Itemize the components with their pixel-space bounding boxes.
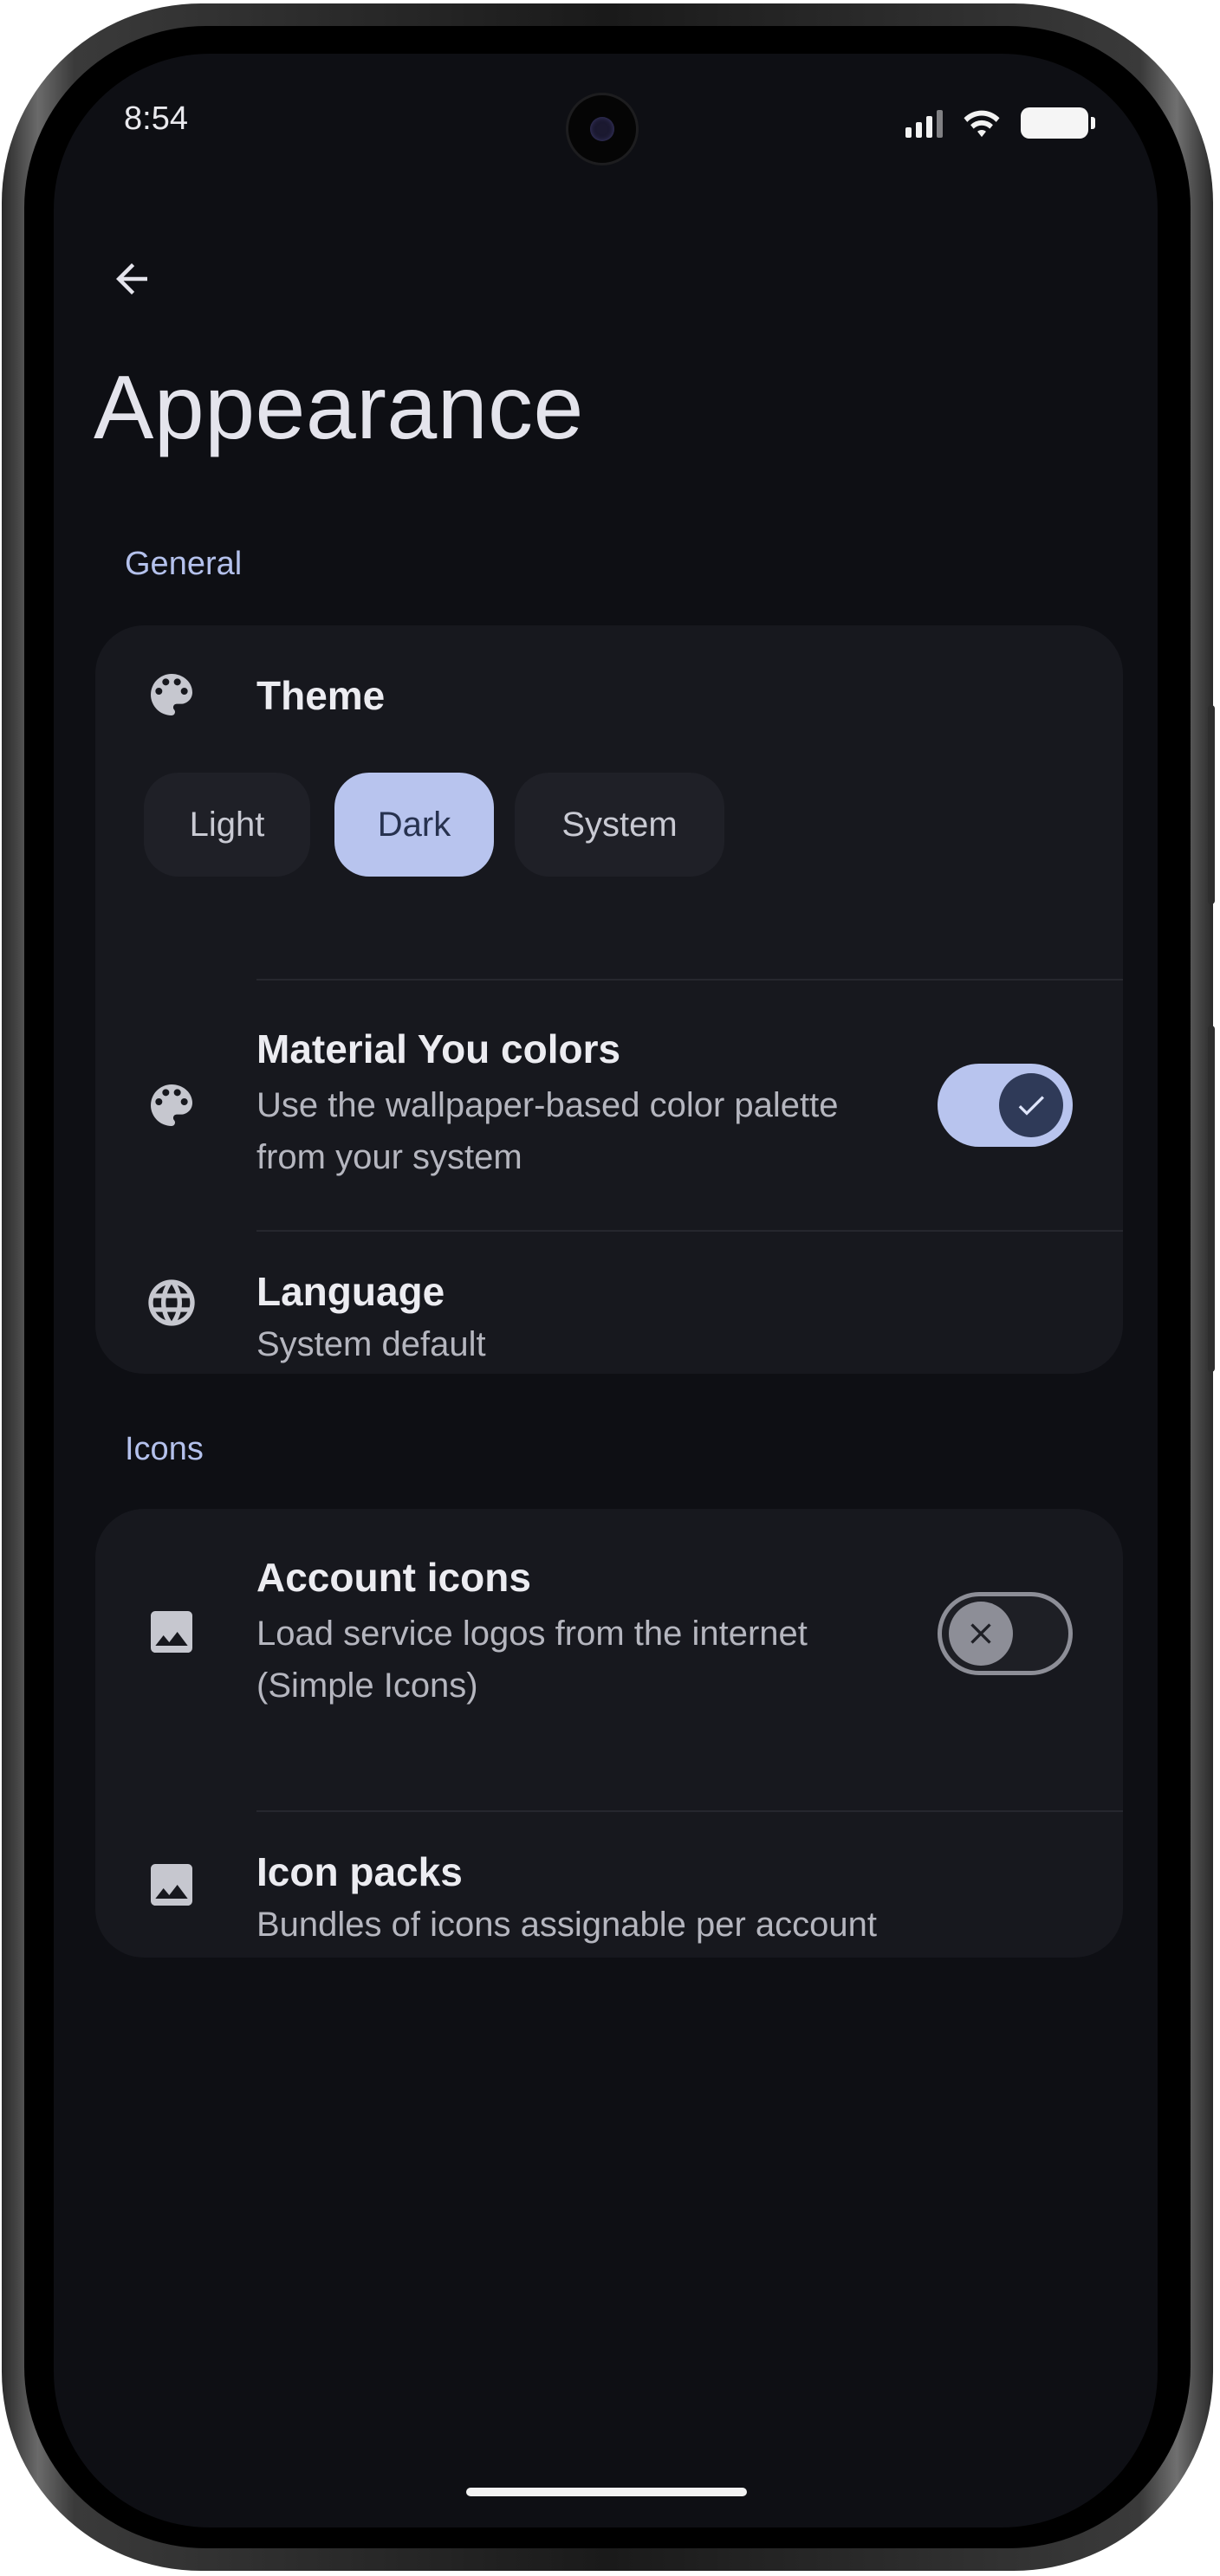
- material-you-setting[interactable]: Material You colors Use the wallpaper-ba…: [95, 981, 1123, 1230]
- front-camera: [566, 93, 639, 165]
- page-title: Appearance: [94, 358, 584, 458]
- home-indicator[interactable]: [466, 2488, 747, 2496]
- toggle-knob: [949, 1602, 1013, 1666]
- globe-icon: [144, 1275, 199, 1330]
- check-icon: [1018, 1096, 1044, 1116]
- general-card: Theme Light Dark System Material You col…: [95, 625, 1123, 1374]
- status-bar: 8:54: [54, 54, 1158, 184]
- arrow-back-icon: [116, 263, 147, 294]
- account-icons-subtitle-line1: Load service logos from the internet: [256, 1615, 808, 1653]
- language-setting[interactable]: Language System default: [95, 1232, 1123, 1374]
- theme-setting: Theme Light Dark System: [95, 625, 1123, 937]
- material-you-toggle[interactable]: [938, 1064, 1073, 1147]
- theme-option-dark[interactable]: Dark: [334, 773, 494, 877]
- image-icon: [144, 1604, 199, 1660]
- account-icons-setting[interactable]: Account icons Load service logos from th…: [95, 1509, 1123, 1758]
- material-you-subtitle-line2: from your system: [256, 1138, 522, 1176]
- signal-icon: [905, 108, 943, 138]
- icon-packs-subtitle: Bundles of icons assignable per account: [256, 1906, 878, 1944]
- toggle-knob: [999, 1073, 1063, 1137]
- language-title: Language: [256, 1269, 445, 1314]
- icon-packs-setting[interactable]: Icon packs Bundles of icons assignable p…: [95, 1812, 1123, 1958]
- battery-icon: [1021, 107, 1095, 139]
- account-icons-toggle[interactable]: [938, 1592, 1073, 1675]
- status-icons: [905, 106, 1095, 140]
- material-you-title: Material You colors: [256, 1026, 621, 1071]
- theme-option-system[interactable]: System: [515, 773, 724, 877]
- status-time: 8:54: [124, 100, 188, 137]
- image-icon: [144, 1857, 199, 1913]
- palette-icon: [144, 1078, 199, 1133]
- icon-packs-title: Icon packs: [256, 1849, 463, 1894]
- back-button[interactable]: [97, 244, 166, 314]
- language-subtitle: System default: [256, 1325, 486, 1363]
- palette-icon: [144, 667, 199, 722]
- wifi-icon: [964, 110, 1000, 138]
- screen: 8:54 Appearance General Theme Light Dark…: [54, 54, 1158, 2527]
- material-you-subtitle-line1: Use the wallpaper-based color palette: [256, 1086, 839, 1124]
- icons-card: Account icons Load service logos from th…: [95, 1509, 1123, 1958]
- close-icon: [970, 1623, 991, 1644]
- volume-button: [1208, 1026, 1215, 1372]
- section-label-general: General: [125, 546, 243, 582]
- theme-option-light[interactable]: Light: [144, 773, 310, 877]
- power-button: [1208, 705, 1215, 904]
- section-label-icons: Icons: [125, 1431, 204, 1467]
- account-icons-subtitle-line2: (Simple Icons): [256, 1667, 478, 1705]
- account-icons-title: Account icons: [256, 1555, 531, 1600]
- theme-title: Theme: [256, 673, 386, 718]
